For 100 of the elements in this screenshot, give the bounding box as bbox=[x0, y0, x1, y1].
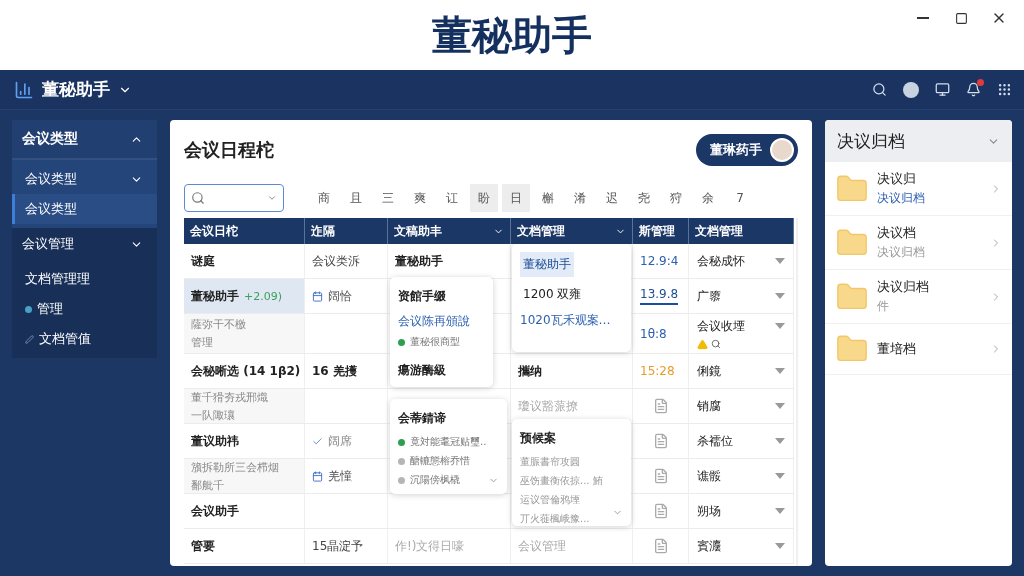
brand-menu[interactable]: 董秘助手 bbox=[14, 78, 132, 101]
time-link[interactable]: 13.9.8 bbox=[640, 287, 679, 305]
dropdown[interactable]: 杀襦位 bbox=[697, 432, 785, 450]
notification-dot bbox=[977, 79, 984, 86]
column-header[interactable]: 会议日柁 bbox=[184, 218, 305, 244]
day-tab[interactable]: 商 bbox=[310, 184, 338, 212]
table-cell: 董议助祎 bbox=[191, 432, 239, 450]
table-cell-text: 管理 bbox=[191, 335, 214, 350]
sidebar-item[interactable]: 会议类型 bbox=[12, 194, 157, 224]
change-note: +2.09) bbox=[244, 289, 282, 303]
item-title: 决议归 bbox=[877, 170, 917, 188]
panel-title: 会议日程柁 bbox=[184, 138, 274, 162]
dropdown[interactable]: 賓灋 bbox=[697, 537, 785, 555]
card-title: 资館手缀 bbox=[398, 288, 447, 305]
column-header[interactable]: 文稿助丰 bbox=[388, 218, 511, 244]
dot-icon bbox=[25, 305, 32, 313]
user-button[interactable]: 董琳药手 bbox=[696, 134, 798, 166]
table-cell: 会议类泝 bbox=[312, 252, 360, 270]
column-header[interactable]: 迮隔 bbox=[305, 218, 388, 244]
caret-icon bbox=[775, 293, 785, 299]
day-tab[interactable]: 迟 bbox=[598, 184, 626, 212]
day-tab[interactable]: 日 bbox=[502, 184, 530, 212]
dropdown[interactable]: 朔场 bbox=[697, 502, 785, 520]
sidebar-group[interactable]: 会议管理 bbox=[12, 228, 157, 260]
sidebar-item[interactable]: 文档管值 bbox=[12, 324, 157, 354]
dropdown-option[interactable]: 董秘助手 bbox=[520, 252, 574, 277]
caret-icon bbox=[775, 368, 785, 374]
table-cell: 会秘晰选 (14 1β2) bbox=[191, 362, 301, 380]
dropdown-option[interactable]: 1200 双雍 bbox=[520, 282, 585, 307]
table-cell: 薩弥干不檄 bbox=[191, 317, 246, 332]
item-subtitle: 件 bbox=[877, 298, 890, 315]
card-title: 预候案 bbox=[520, 430, 557, 447]
table-cell: 阔恰 bbox=[328, 287, 352, 305]
dropdown[interactable]: 广隳 bbox=[697, 287, 785, 305]
day-tab[interactable]: 爽 bbox=[406, 184, 434, 212]
avatar bbox=[770, 138, 794, 162]
table-cell: 阔席 bbox=[328, 432, 352, 450]
item-title: 董培档 bbox=[877, 340, 917, 358]
dropdown[interactable]: 谯骽 bbox=[697, 467, 785, 485]
search-icon[interactable] bbox=[711, 339, 721, 349]
dropdown[interactable]: 销腐 bbox=[697, 397, 785, 415]
day-tab[interactable]: 7 bbox=[726, 184, 754, 212]
time-text: 12.9:4 bbox=[640, 254, 679, 268]
day-tab[interactable]: 尧 bbox=[630, 184, 658, 212]
circle-icon[interactable] bbox=[903, 81, 919, 98]
caret-icon bbox=[775, 323, 785, 329]
note-text: 运议管倫鸦堙 bbox=[520, 493, 581, 507]
caret-icon bbox=[775, 438, 785, 444]
column-header[interactable]: 文档管理 bbox=[689, 218, 794, 244]
table-cell: 16 羌擭 bbox=[312, 362, 357, 380]
day-tab[interactable]: 槲 bbox=[534, 184, 562, 212]
caret-icon bbox=[775, 258, 785, 264]
grid-menu-icon[interactable] bbox=[997, 82, 1012, 97]
chevron-down-icon bbox=[267, 193, 277, 203]
archive-header[interactable]: 决议归档 bbox=[825, 120, 1012, 162]
link[interactable]: 1020瓦禾观案… bbox=[520, 312, 623, 329]
link[interactable]: 决议归档 bbox=[877, 190, 982, 207]
link[interactable]: 会议陈再頒說 bbox=[398, 313, 485, 330]
caret-icon bbox=[775, 508, 785, 514]
search-button[interactable] bbox=[872, 82, 887, 97]
table-cell: 15晶淀予 bbox=[312, 537, 364, 555]
item-title: 决议归档 bbox=[877, 278, 930, 296]
highlighted-cell[interactable]: 董秘助手 +2.09) bbox=[184, 279, 305, 313]
list-text: 醣轆態榕乔惜 bbox=[410, 454, 470, 468]
dropdown[interactable]: 俐鏡 bbox=[697, 362, 785, 380]
table-cell: 瓊议豁蒎撩 bbox=[518, 397, 578, 415]
table-cell: 攜纳 bbox=[518, 362, 542, 380]
day-tab[interactable]: 三 bbox=[374, 184, 402, 212]
card-title: 瘍游酶級 bbox=[398, 362, 447, 379]
time-text: 15:28 bbox=[640, 364, 675, 378]
dropdown[interactable]: 会议收堙 bbox=[697, 317, 785, 335]
minimize-icon bbox=[917, 17, 929, 19]
day-tab[interactable]: 讧 bbox=[438, 184, 466, 212]
table-cell: 董千猾夯戎邢熾 bbox=[191, 389, 268, 405]
sidebar-item[interactable]: 文档管理理 bbox=[12, 264, 157, 294]
table-cell: 董秘助手 bbox=[395, 252, 443, 270]
check-icon bbox=[312, 435, 323, 447]
column-header[interactable]: 斯管理 bbox=[633, 218, 689, 244]
table-cell: 籏拆勒所三会栉烟 bbox=[191, 459, 279, 475]
dropdown[interactable]: 会秘成怀 bbox=[697, 252, 785, 270]
calendar-icon bbox=[312, 290, 323, 302]
table-cell-text: 一队陬瓖 bbox=[191, 407, 236, 423]
caret-icon bbox=[775, 473, 785, 479]
day-tab[interactable]: 狩 bbox=[662, 184, 690, 212]
day-tab[interactable]: 且 bbox=[342, 184, 370, 212]
sidebar-item[interactable]: 管理 bbox=[12, 294, 157, 324]
note-text: 董脤書帘攻圓 bbox=[520, 455, 581, 469]
day-tab[interactable]: 盼 bbox=[470, 184, 498, 212]
day-tab[interactable]: 淆 bbox=[566, 184, 594, 212]
warning-icon bbox=[697, 338, 708, 350]
caret-icon bbox=[775, 543, 785, 549]
search-field[interactable] bbox=[184, 184, 284, 212]
list-text: 董秘很商型 bbox=[410, 335, 460, 349]
table-cell-text: 鄱舭千 bbox=[191, 477, 225, 493]
app-title: 董秘助手 bbox=[432, 10, 592, 60]
maximize-icon bbox=[954, 11, 968, 25]
day-tab[interactable]: 余 bbox=[694, 184, 722, 212]
sidebar-item[interactable]: 会议类型 bbox=[12, 164, 157, 194]
calendar-icon bbox=[312, 470, 323, 482]
item-title: 决议档 bbox=[877, 224, 917, 242]
